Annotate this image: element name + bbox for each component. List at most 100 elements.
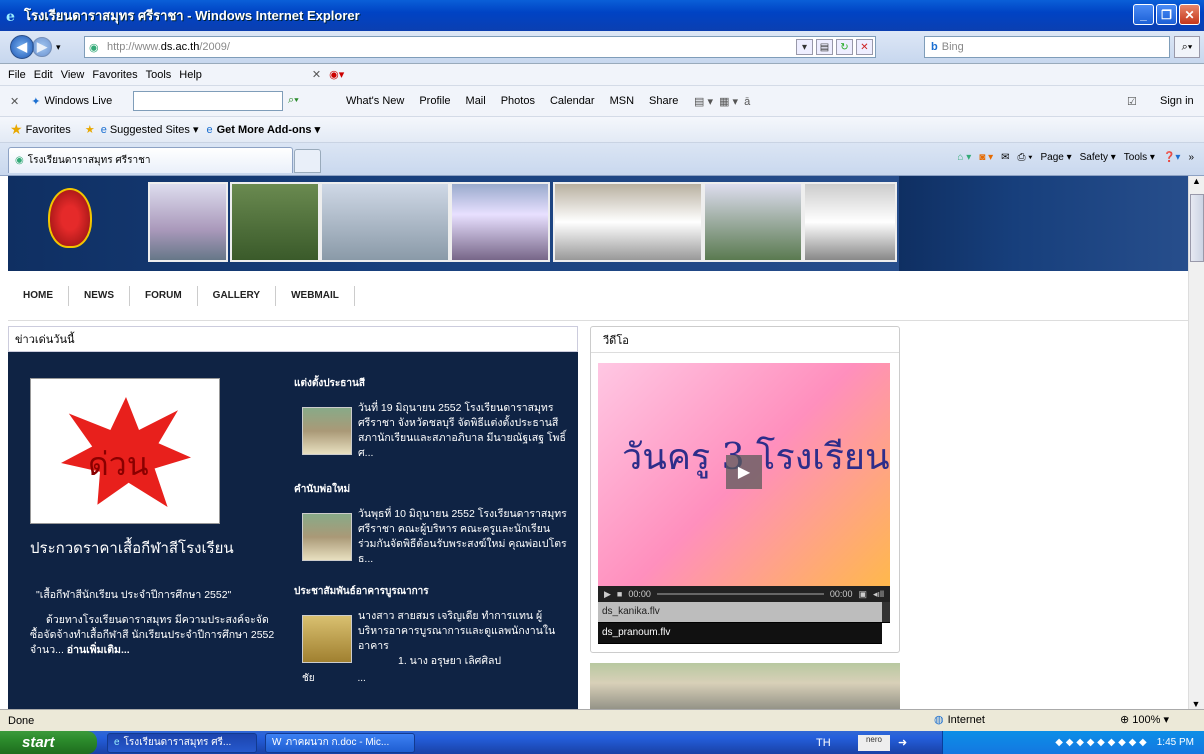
close-button[interactable]: ✕	[1179, 4, 1200, 25]
new-tab-button[interactable]	[294, 149, 321, 173]
banner-photo-statue	[450, 182, 550, 262]
get-addons-link[interactable]: Get More Add-ons ▾	[217, 123, 321, 136]
scroll-up-icon[interactable]: ▲	[1189, 176, 1204, 186]
taskbar-item-label: ภาคผนวก ก.doc - Mic...	[285, 737, 390, 748]
restore-button[interactable]: ❐	[1156, 4, 1177, 25]
zoom-level[interactable]: 100%	[1132, 714, 1160, 726]
link-share[interactable]: Share	[649, 95, 678, 107]
seek-bar[interactable]	[656, 593, 824, 595]
tools-menu[interactable]: Tools ▾	[1124, 152, 1155, 163]
volume-icon[interactable]: ◂ıll	[873, 589, 884, 600]
menu-edit[interactable]: Edit	[34, 69, 53, 81]
zoom-icon[interactable]: ⊕	[1120, 714, 1132, 726]
tab-current[interactable]: ◉ โรงเรียนดาราสมุทร ศรีราชา	[8, 147, 293, 173]
banner-photo-garden	[230, 182, 320, 262]
scroll-down-icon[interactable]: ▼	[1189, 699, 1203, 709]
forward-button[interactable]: ▶	[32, 37, 52, 57]
clock[interactable]: 1:45 PM	[1157, 737, 1194, 748]
link-profile[interactable]: Profile	[419, 95, 450, 107]
building-image[interactable]	[590, 663, 900, 709]
nero-search-icon[interactable]: nero	[858, 734, 890, 751]
refresh-icon[interactable]: ↻	[836, 39, 853, 55]
news-title[interactable]: คำนับพ่อใหม่	[294, 482, 568, 497]
banner-photo-students	[803, 182, 897, 262]
nav-webmail[interactable]: WEBMAIL	[276, 285, 355, 306]
feeds-icon[interactable]: ◙ ▾	[979, 152, 993, 163]
search-input[interactable]: b Bing	[924, 36, 1170, 58]
nav-gallery[interactable]: GALLERY	[198, 285, 277, 306]
add-favorite-icon[interactable]: ★	[85, 123, 95, 136]
link-msn[interactable]: MSN	[610, 95, 634, 107]
tab-title: โรงเรียนดาราสมุทร ศรีราชา	[27, 155, 151, 166]
news-thumbnail[interactable]	[302, 513, 352, 561]
hot-news-title[interactable]: ประกวดราคาเสื้อกีฬาสีโรงเรียน	[30, 536, 234, 560]
stop-button[interactable]: ■	[617, 589, 622, 599]
favorites-button[interactable]: Favorites	[26, 124, 71, 136]
address-input[interactable]: ◉ http://www.ds.ac.th/2009/ ▾ ▤ ↻ ✕	[84, 36, 876, 58]
playlist-item[interactable]: ds_kanika.flv	[598, 602, 882, 623]
play-icon[interactable]: ▶	[726, 455, 762, 489]
window-title: โรงเรียนดาราสมุทร ศรีราชา - Windows Inte…	[24, 8, 360, 23]
windows-live-label[interactable]: Windows Live	[44, 95, 112, 107]
menu-view[interactable]: View	[61, 69, 85, 81]
signin-link[interactable]: Sign in	[1160, 95, 1194, 107]
menu-tools[interactable]: Tools	[146, 69, 172, 81]
link-whats-new[interactable]: What's New	[346, 95, 404, 107]
live-tools-icons[interactable]: ▤ ▾ ▦ ▾ ā	[694, 95, 750, 108]
menu-favorites[interactable]: Favorites	[92, 69, 137, 81]
link-photos[interactable]: Photos	[501, 95, 535, 107]
address-dropdown-icon[interactable]: ▾	[796, 39, 813, 55]
close-live-toolbar-icon[interactable]: ✕	[10, 95, 19, 108]
read-mail-icon[interactable]: ✉	[1001, 152, 1009, 163]
chevron-more-icon[interactable]: »	[1188, 152, 1194, 163]
back-button[interactable]: ◀	[10, 35, 34, 59]
minimize-button[interactable]: _	[1133, 4, 1154, 25]
hot-news-quote: "เสื้อกีฬาสีนักเรียน ประจำปีการศึกษา 255…	[36, 589, 232, 601]
menu-help[interactable]: Help	[179, 69, 202, 81]
nav-forum[interactable]: FORUM	[130, 285, 198, 306]
fullscreen-icon[interactable]: ▣	[858, 589, 867, 600]
language-indicator[interactable]: TH	[816, 737, 831, 749]
print-icon[interactable]: ⎙ ▾	[1018, 152, 1033, 163]
arrow-icon[interactable]: ➜	[898, 736, 907, 749]
news-title[interactable]: ประชาสัมพันธ์อาคารบูรณาการ	[294, 584, 568, 599]
taskbar-item-word[interactable]: W ภาคผนวก ก.doc - Mic...	[265, 732, 415, 753]
tray-icons[interactable]: ◆ ◆ ◆ ◆ ◆ ◆ ◆ ◆ ◆	[1055, 737, 1146, 748]
video-player[interactable]: วันครู 3 โรงเรียน ▶	[598, 363, 890, 586]
recent-pages-dropdown[interactable]: ▾	[56, 42, 61, 53]
close-toolbar-icon[interactable]: ✕	[312, 68, 321, 81]
word-icon: W	[272, 737, 282, 748]
playlist-scrollbar[interactable]	[882, 602, 890, 623]
nav-home[interactable]: HOME	[8, 285, 69, 306]
nav-news[interactable]: NEWS	[69, 285, 130, 306]
link-calendar[interactable]: Calendar	[550, 95, 595, 107]
urgent-image[interactable]: ด่วน	[30, 378, 220, 524]
link-mail[interactable]: Mail	[466, 95, 486, 107]
taskbar-item-ie[interactable]: e โรงเรียนดาราสมุทร ศรี...	[107, 732, 257, 753]
safety-menu[interactable]: Safety ▾	[1080, 152, 1116, 163]
menu-file[interactable]: File	[8, 69, 26, 81]
play-button[interactable]: ▶	[604, 589, 611, 600]
site-banner	[8, 176, 899, 271]
pdf-icon[interactable]: ◉▾	[329, 68, 344, 81]
playlist-item[interactable]: ds_pranoum.flv	[598, 623, 882, 644]
search-button[interactable]: ⌕▾	[1174, 36, 1200, 58]
page-menu[interactable]: Page ▾	[1040, 152, 1071, 163]
news-thumbnail[interactable]	[302, 407, 352, 455]
home-icon[interactable]: ⌂ ▾	[957, 152, 971, 163]
suggested-sites-link[interactable]: Suggested Sites ▾	[110, 123, 199, 136]
page-icon: ◉	[89, 41, 99, 54]
live-search-icon[interactable]: ⌕▾	[288, 94, 299, 107]
search-placeholder: Bing	[941, 41, 964, 53]
compatibility-view-icon[interactable]: ▤	[816, 39, 833, 55]
live-search-input[interactable]	[133, 91, 283, 111]
read-more-link[interactable]: อ่านเพิ่มเติม...	[67, 644, 130, 656]
start-button[interactable]: start	[0, 731, 97, 754]
stop-icon[interactable]: ✕	[856, 39, 873, 55]
news-title[interactable]: แต่งตั้งประธานสี	[294, 376, 568, 391]
scroll-thumb[interactable]	[1190, 194, 1204, 262]
vertical-scrollbar[interactable]: ▲ ▼	[1188, 176, 1204, 709]
help-icon[interactable]: ❓▾	[1163, 152, 1180, 163]
news-item: ประชาสัมพันธ์อาคารบูรณาการ นางสาว สายสมร…	[294, 584, 568, 686]
news-thumbnail[interactable]	[302, 615, 352, 663]
